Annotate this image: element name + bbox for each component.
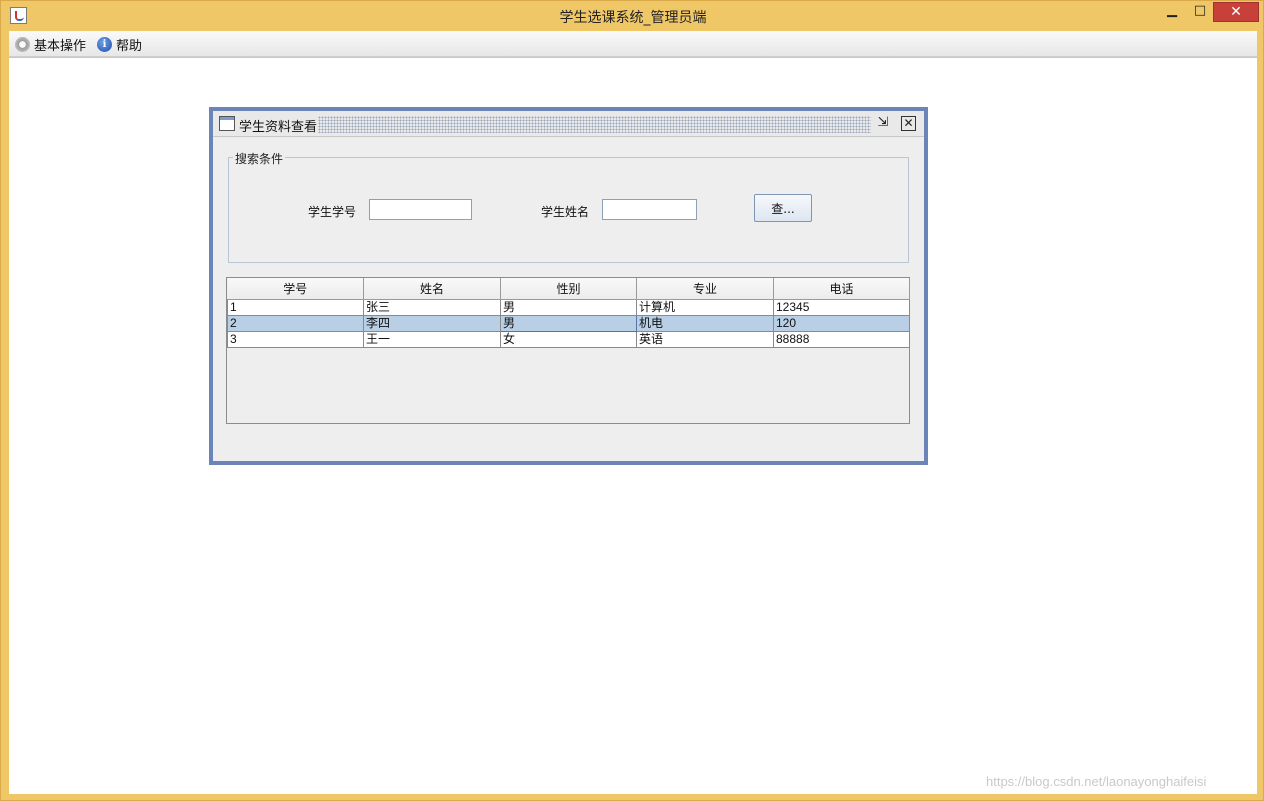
column-header-gender[interactable]: 性别	[500, 278, 637, 300]
table-header-row: 学号 姓名 性别 专业 电话	[227, 278, 910, 300]
window-title: 学生选课系统_管理员端	[559, 10, 707, 26]
menu-basic-operations[interactable]: 基本操作	[15, 35, 87, 54]
student-id-label: 学生学号	[308, 205, 357, 219]
table-cell[interactable]: 120	[773, 314, 910, 332]
student-name-input[interactable]	[602, 199, 697, 220]
table-row[interactable]: 1 张三 男 计算机 12345	[227, 298, 910, 316]
desktop-pane: 学生资料查看 ⇲ ✕ 搜索条件 学生学号 学生姓名 查... 学号 姓名 性别 …	[9, 58, 1257, 794]
menu-basic-operations-label: 基本操作	[34, 38, 87, 54]
column-header-phone[interactable]: 电话	[773, 278, 910, 300]
table-cell[interactable]: 英语	[636, 330, 774, 348]
main-window: 学生选课系统_管理员端 ▁ □ ✕ 基本操作 i 帮助 学生资料查看 ⇲ ✕ 搜…	[0, 0, 1264, 801]
table-cell[interactable]: 男	[500, 298, 637, 316]
table-row-selected[interactable]: 2 李四 男 机电 120	[227, 314, 910, 332]
student-id-input[interactable]	[369, 199, 472, 220]
table-cell[interactable]: 12345	[773, 298, 910, 316]
frame-title: 学生资料查看	[239, 120, 318, 135]
student-info-frame: 学生资料查看 ⇲ ✕ 搜索条件 学生学号 学生姓名 查... 学号 姓名 性别 …	[209, 107, 928, 465]
table-cell[interactable]: 计算机	[636, 298, 774, 316]
menu-help-label: 帮助	[116, 38, 143, 54]
close-button[interactable]: ✕	[1213, 2, 1259, 22]
column-header-major[interactable]: 专业	[636, 278, 774, 300]
title-bar: 学生选课系统_管理员端 ▁ □ ✕	[1, 1, 1264, 31]
table-cell[interactable]: 女	[500, 330, 637, 348]
frame-restore-button[interactable]: ⇲	[873, 114, 893, 132]
minimize-button[interactable]: ▁	[1159, 2, 1185, 22]
student-table-scroll[interactable]: 学号 姓名 性别 专业 电话 1 张三 男 计算机 12345 2 李四 男 机…	[226, 277, 910, 424]
table-cell[interactable]: 88888	[773, 330, 910, 348]
table-cell[interactable]: 机电	[636, 314, 774, 332]
table-cell[interactable]: 李四	[363, 314, 501, 332]
watermark-text: https://blog.csdn.net/laonayonghaifeisi	[986, 774, 1207, 789]
student-table: 学号 姓名 性别 专业 电话 1 张三 男 计算机 12345 2 李四 男 机…	[227, 278, 910, 348]
table-cell[interactable]: 1	[227, 298, 364, 316]
gear-icon	[15, 36, 30, 52]
info-icon: i	[97, 36, 112, 52]
menu-help[interactable]: i 帮助	[97, 35, 143, 54]
search-group-title: 搜索条件	[233, 150, 286, 167]
table-cell[interactable]: 2	[227, 314, 364, 332]
table-cell-focused[interactable]: 男	[500, 314, 637, 332]
frame-title-bar[interactable]: 学生资料查看 ⇲ ✕	[213, 111, 924, 137]
table-row[interactable]: 3 王一 女 英语 88888	[227, 330, 910, 348]
frame-drag-grip[interactable]	[318, 116, 871, 133]
table-cell[interactable]: 3	[227, 330, 364, 348]
table-cell[interactable]: 张三	[363, 298, 501, 316]
table-cell[interactable]: 王一	[363, 330, 501, 348]
column-header-student-id[interactable]: 学号	[227, 278, 364, 300]
search-button[interactable]: 查...	[754, 194, 812, 222]
maximize-button[interactable]: □	[1187, 2, 1213, 22]
window-icon	[219, 116, 235, 131]
column-header-name[interactable]: 姓名	[363, 278, 501, 300]
menu-bar: 基本操作 i 帮助	[9, 31, 1257, 57]
frame-close-button[interactable]: ✕	[901, 116, 916, 131]
student-name-label: 学生姓名	[541, 205, 590, 219]
